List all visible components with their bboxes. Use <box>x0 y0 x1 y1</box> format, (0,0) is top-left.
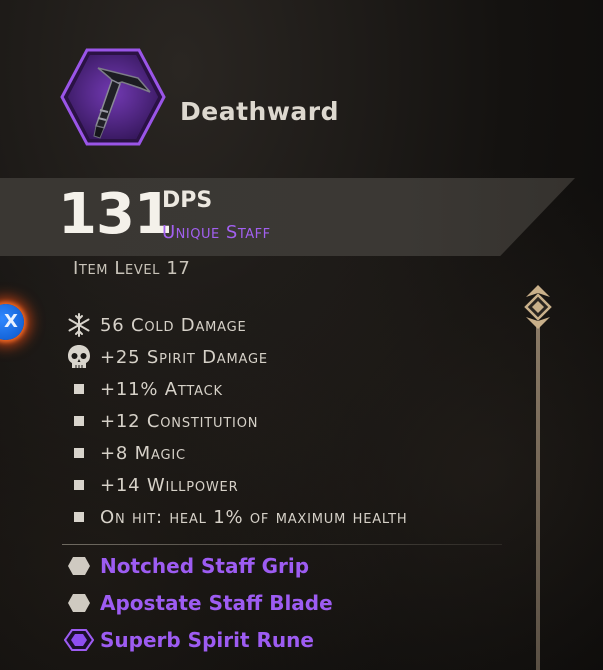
divider <box>62 544 502 545</box>
stat-row: +25 Spirit Damage <box>62 343 268 371</box>
bullet-icon <box>62 384 96 394</box>
stat-row: On hit: heal 1% of maximum health <box>62 503 407 531</box>
empty-hex-slot-icon <box>62 593 96 613</box>
stat-text: +11% Attack <box>100 378 223 400</box>
dps-value: 131 <box>58 182 173 247</box>
bullet-icon <box>62 448 96 458</box>
stat-row: +14 Willpower <box>62 471 238 499</box>
scrollbar-thumb[interactable] <box>522 283 554 331</box>
skull-icon <box>62 344 96 370</box>
upgrade-slot-label: Apostate Staff Blade <box>100 591 333 615</box>
bullet-icon <box>62 416 96 426</box>
stat-text: +8 Magic <box>100 442 186 464</box>
item-level: Item Level 17 <box>73 258 191 279</box>
upgrade-slot-label: Notched Staff Grip <box>100 554 310 578</box>
stat-row: +12 Constitution <box>62 407 258 435</box>
bullet-icon <box>62 480 96 490</box>
dps-label: DPS <box>162 188 213 213</box>
stat-text: +14 Willpower <box>100 474 239 496</box>
stat-row: +11% Attack <box>62 375 223 403</box>
stat-text: 56 Cold Damage <box>100 314 247 336</box>
bullet-icon <box>62 512 96 522</box>
empty-hex-slot-icon <box>62 556 96 576</box>
item-name: Deathward <box>180 97 340 126</box>
stat-text: On hit: heal 1% of maximum health <box>100 506 408 528</box>
scrollbar-track[interactable] <box>536 325 540 670</box>
item-type: Unique Staff <box>162 222 271 243</box>
snowflake-icon <box>62 312 96 338</box>
stat-text: +25 Spirit Damage <box>100 346 268 368</box>
purple-rune-slot-icon <box>62 629 96 651</box>
stat-text: +12 Constitution <box>100 410 259 432</box>
upgrade-slot[interactable]: Notched Staff Grip <box>62 551 309 581</box>
stat-row: +8 Magic <box>62 439 186 467</box>
upgrade-slot[interactable]: Apostate Staff Blade <box>62 588 333 618</box>
upgrade-slot[interactable]: Superb Spirit Rune <box>62 625 314 655</box>
item-icon <box>60 48 166 146</box>
stat-row: 56 Cold Damage <box>62 311 247 339</box>
upgrade-slot-label: Superb Spirit Rune <box>100 628 314 652</box>
x-button-label: X <box>4 311 18 332</box>
